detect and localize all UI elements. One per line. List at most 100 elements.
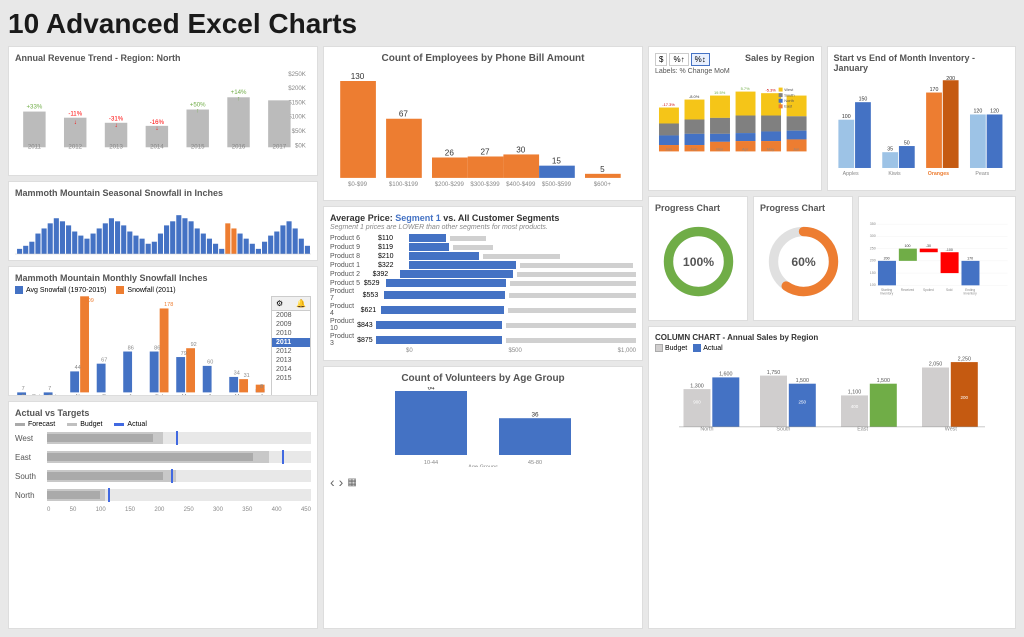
revenue-chart-svg: $250K $200K $150K $100K $50K $0K +33% -1…: [15, 66, 311, 151]
bar-300-399: [468, 156, 504, 177]
all-bar-5: [510, 281, 636, 286]
kiwis-start: [882, 152, 898, 168]
svg-text:West: West: [784, 87, 794, 92]
year-2012[interactable]: 2012: [272, 347, 310, 356]
svg-text:1,100: 1,100: [848, 390, 861, 396]
snowfall-seasonal-panel: Mammoth Mountain Seasonal Snowfall in In…: [8, 181, 318, 261]
bar-200-299: [432, 158, 468, 178]
svg-text:$100K: $100K: [288, 114, 306, 121]
svg-text:Feb: Feb: [155, 394, 165, 396]
year-2008[interactable]: 2008: [272, 311, 310, 320]
oranges-end: [942, 80, 958, 168]
product-row-1: Product 1 $322: [330, 261, 636, 269]
all-bar-9: [453, 245, 493, 250]
legend-avg-dot: [15, 286, 23, 294]
svg-text:200: 200: [961, 395, 969, 400]
svg-text:120: 120: [990, 109, 999, 115]
product-row-4: Product 4 $621: [330, 303, 636, 317]
legend-actual-box: [693, 344, 701, 352]
progress-donut-1: 100%: [655, 216, 741, 306]
bar-400-499: [503, 154, 539, 177]
product-row-10: Product 10 $843: [330, 318, 636, 332]
legend-actual-col: Actual: [693, 344, 722, 352]
south-budget-bar: [47, 472, 163, 480]
actual-targets-title: Actual vs Targets: [15, 408, 311, 418]
svg-text:27: 27: [481, 147, 491, 156]
scroll-left-btn[interactable]: ‹: [330, 474, 335, 490]
donut-2-svg: 60%: [766, 224, 841, 299]
percent-btn[interactable]: %↑: [669, 53, 688, 66]
year-2013[interactable]: 2013: [272, 356, 310, 365]
svg-text:2014: 2014: [150, 143, 164, 150]
kiwis-end: [898, 146, 914, 168]
main-container: 10 Advanced Excel Charts Annual Revenue …: [0, 0, 1024, 637]
dollar-btn[interactable]: $: [655, 53, 667, 66]
svg-text:$300-$399: $300-$399: [470, 181, 500, 188]
svg-text:$500-$599: $500-$599: [542, 181, 572, 188]
svg-text:79: 79: [181, 351, 187, 357]
year-selector[interactable]: ⚙ 🔔 2008 2009 2010 2011 2012 2013 2014 2…: [271, 296, 311, 396]
year-2014[interactable]: 2014: [272, 365, 310, 374]
svg-text:$0-$99: $0-$99: [348, 181, 368, 188]
year-2009[interactable]: 2009: [272, 320, 310, 329]
west-bar-bg: [47, 432, 311, 444]
waterfall-sold: [941, 252, 959, 273]
progress-chart-1-panel: Progress Chart 100%: [648, 196, 748, 321]
year-2011-selected[interactable]: 2011: [272, 338, 310, 347]
year-2010[interactable]: 2010: [272, 329, 310, 338]
target-row-south: South: [15, 470, 311, 482]
svg-text:West: West: [945, 427, 958, 433]
svg-text:300: 300: [870, 234, 876, 238]
avg-price-xaxis: $0 $500 $1,000: [330, 348, 636, 354]
east-budget-bar: [47, 453, 253, 461]
legend-actual: Actual: [114, 421, 146, 428]
all-bar-4: [508, 308, 636, 313]
svg-text:50: 50: [903, 140, 909, 146]
south-bar-bg: [47, 470, 311, 482]
nav-controls: ‹ › ▦: [330, 474, 636, 490]
progress-chart-2-panel: Progress Chart 60%: [753, 196, 853, 321]
svg-text:31: 31: [244, 373, 250, 379]
svg-text:250: 250: [799, 400, 807, 405]
chart-icon: ▦: [347, 477, 356, 488]
svg-text:Pre Oct: Pre Oct: [22, 394, 41, 396]
east-actual-marker: [282, 450, 284, 464]
svg-text:-100: -100: [946, 248, 953, 252]
inventory-jan-panel: Start vs End of Month Inventory - Januar…: [827, 46, 1016, 191]
legend-forecast: Forecast: [15, 421, 55, 428]
svg-text:Jan: Jan: [665, 147, 671, 152]
svg-text:South: South: [776, 427, 790, 433]
svg-text:19.5%: 19.5%: [714, 90, 726, 95]
all-bar-1: [520, 263, 633, 268]
svg-text:↓: ↓: [115, 122, 118, 129]
svg-text:900: 900: [693, 400, 701, 405]
sales-region-svg: -17.3% Jan -8.0% Feb 1: [655, 77, 815, 162]
product-row-3: Product 3 $875: [330, 333, 636, 347]
legend-avg-snowfall: Avg Snowfall (1970-2015): [15, 286, 106, 294]
snowfall-monthly-svg: 7 7 44 209 67: [15, 296, 269, 396]
svg-text:Inventory: Inventory: [880, 292, 894, 296]
north-actual-bar: [712, 377, 739, 427]
svg-text:130: 130: [351, 72, 365, 81]
bar-500-599: [539, 166, 575, 178]
svg-text:400: 400: [851, 404, 859, 409]
svg-text:15: 15: [552, 157, 562, 166]
year-2015[interactable]: 2015: [272, 374, 310, 383]
svg-text:Pears: Pears: [975, 171, 989, 177]
east-budget-bar: [841, 395, 868, 427]
sales-region-title: Sales by Region: [745, 53, 815, 63]
right-mid-row: Progress Chart 100% Progress Chart: [648, 196, 1016, 321]
product-row-5: Product 5 $529: [330, 279, 636, 287]
scroll-right-btn[interactable]: ›: [339, 474, 344, 490]
svg-text:Apr: Apr: [742, 147, 749, 152]
pears-end: [986, 114, 1002, 168]
svg-text:-11%: -11%: [68, 111, 82, 118]
south-actual-marker: [171, 469, 173, 483]
svg-text:60: 60: [207, 360, 213, 366]
progress-chart-2-title: Progress Chart: [760, 203, 846, 213]
apples-end: [855, 102, 871, 168]
svg-text:36: 36: [531, 412, 539, 419]
pct-change-btn[interactable]: %↕: [691, 53, 710, 66]
all-bar-10: [506, 323, 636, 328]
waterfall-panel: 350 300 250 200 150 100: [858, 196, 1016, 321]
